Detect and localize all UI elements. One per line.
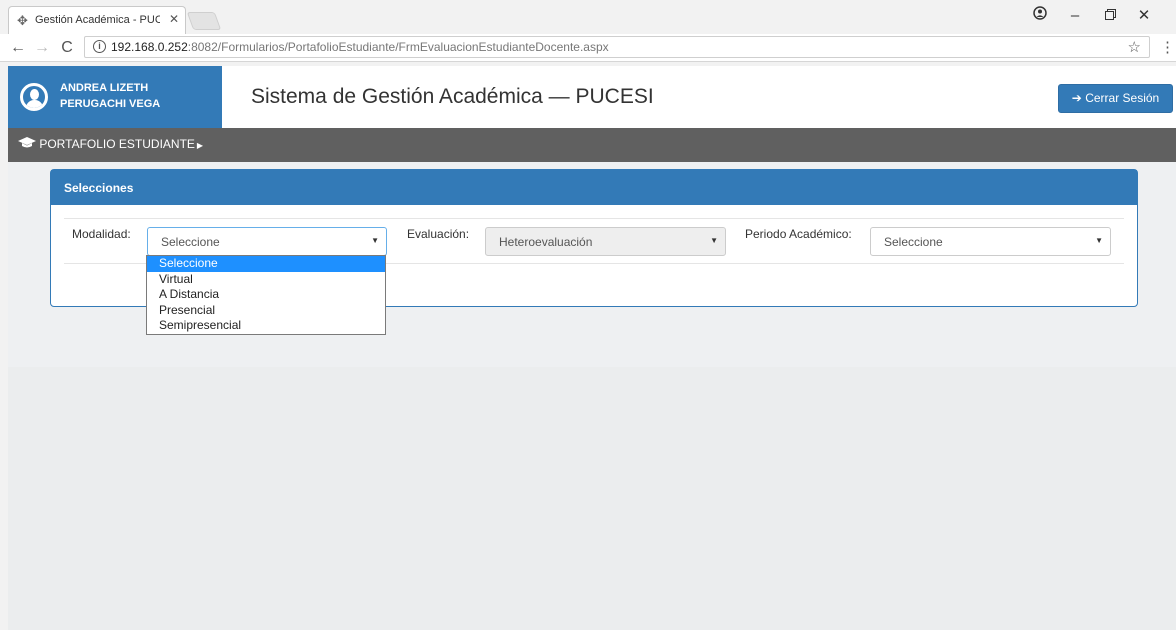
url-text: 192.168.0.252:8082/Formularios/Portafoli…: [111, 40, 609, 54]
close-icon[interactable]: ✕: [169, 12, 179, 26]
dropdown-option[interactable]: Presencial: [147, 303, 385, 319]
dropdown-option[interactable]: Virtual: [147, 272, 385, 288]
minimize-icon[interactable]: –: [1057, 4, 1093, 28]
graduation-cap-icon: [18, 137, 39, 151]
chevron-down-icon: ▼: [1095, 236, 1103, 245]
app-header: ANDREA LIZETH PERUGACHI VEGA Sistema de …: [8, 66, 1176, 128]
modalidad-label: Modalidad:: [72, 227, 131, 241]
page-title: Sistema de Gestión Académica — PUCESI: [251, 85, 654, 108]
user-name: ANDREA LIZETH PERUGACHI VEGA: [60, 82, 161, 110]
browser-toolbar: ← → C i 192.168.0.252:8082/Formularios/P…: [0, 34, 1176, 62]
dropdown-option[interactable]: Semipresencial: [147, 318, 385, 334]
star-icon[interactable]: ☆: [1128, 38, 1141, 56]
evaluacion-select[interactable]: Heteroevaluación ▼: [485, 227, 726, 256]
chevron-down-icon: ▼: [371, 236, 379, 245]
main-content: Selecciones Modalidad: Seleccione ▼ Eval…: [8, 162, 1176, 630]
modalidad-select[interactable]: Seleccione ▼: [147, 227, 387, 256]
modalidad-dropdown-list: Seleccione Virtual A Distancia Presencia…: [146, 255, 386, 335]
reload-icon[interactable]: C: [57, 38, 77, 58]
periodo-label: Periodo Académico:: [745, 227, 852, 241]
browser-tab[interactable]: ✥ Gestión Académica - PUC ✕: [8, 6, 186, 34]
address-bar[interactable]: i 192.168.0.252:8082/Formularios/Portafo…: [84, 36, 1150, 58]
browser-titlebar: ✥ Gestión Académica - PUC ✕ – ✕: [0, 0, 1176, 34]
favicon-icon: ✥: [17, 13, 28, 28]
avatar-icon: [20, 83, 48, 111]
dropdown-option[interactable]: Seleccione: [147, 256, 385, 272]
forward-icon[interactable]: →: [32, 38, 52, 58]
dropdown-option[interactable]: A Distancia: [147, 287, 385, 303]
menu-item-portafolio[interactable]: PORTAFOLIO ESTUDIANTE ▶: [18, 137, 203, 151]
tab-title: Gestión Académica - PUC: [35, 14, 160, 26]
maximize-icon[interactable]: [1092, 4, 1128, 28]
profile-icon[interactable]: [1022, 4, 1058, 28]
back-icon[interactable]: ←: [8, 38, 28, 58]
menu-icon[interactable]: ⋮: [1160, 38, 1175, 56]
panel-heading: Selecciones: [51, 170, 1137, 205]
user-box: ANDREA LIZETH PERUGACHI VEGA: [8, 66, 222, 128]
new-tab-button[interactable]: [186, 12, 222, 30]
menu-bar: PORTAFOLIO ESTUDIANTE ▶: [8, 128, 1176, 162]
logout-button[interactable]: ➔ Cerrar Sesión: [1058, 84, 1173, 113]
chevron-down-icon: ▼: [710, 236, 718, 245]
menu-item-label: PORTAFOLIO ESTUDIANTE: [39, 137, 195, 151]
periodo-select[interactable]: Seleccione ▼: [870, 227, 1111, 256]
evaluacion-label: Evaluación:: [407, 227, 470, 241]
sign-out-icon: ➔: [1071, 91, 1082, 105]
caret-right-icon: ▶: [196, 141, 204, 150]
info-icon[interactable]: i: [93, 40, 106, 53]
window-close-icon[interactable]: ✕: [1126, 4, 1162, 28]
